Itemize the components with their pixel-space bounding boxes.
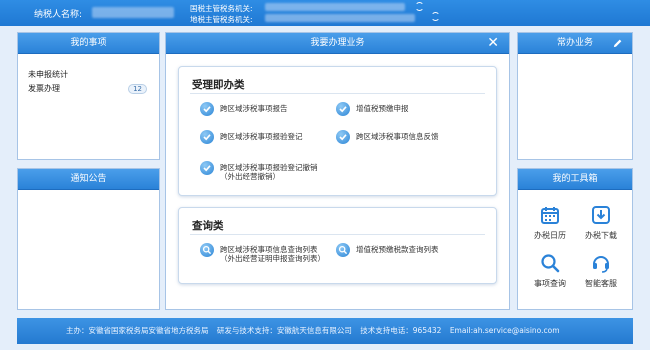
local-bureau-label: 地税主管税务机关: [190, 15, 253, 24]
list-item-invoice[interactable]: 发票办理 12 [28, 82, 149, 96]
magnifier-icon [336, 243, 350, 257]
download-icon [592, 206, 610, 224]
query-section: 查询类 跨区域涉税事项信息查询列表 （外出经营证明申报查询列表） 增值税预缴税款… [178, 207, 497, 284]
biz-item-vat-prepay[interactable]: 增值税预缴申报 [336, 102, 409, 116]
edit-pencil-icon[interactable] [612, 38, 623, 49]
national-bureau-label: 国税主管税务机关: [190, 4, 253, 13]
refresh-icon[interactable] [415, 2, 424, 11]
tool-tax-calendar[interactable]: 办税日历 [525, 204, 575, 241]
section-title: 受理即办类 [192, 79, 245, 91]
common-business-panel: 常办业务 [517, 32, 633, 160]
footer-email: Email:ah.service@aisino.com [449, 326, 560, 335]
common-business-title: 常办业务 [518, 33, 632, 54]
top-header-bar: 纳税人名称: 国税主管税务机关: 地税主管税务机关: [0, 0, 650, 26]
tool-tax-download[interactable]: 办税下载 [576, 204, 626, 241]
tool-item-query[interactable]: 事项查询 [525, 252, 575, 289]
my-items-panel: 我的事项 未申报统计 发票办理 12 [17, 32, 160, 160]
taxpayer-name-redacted [92, 7, 174, 18]
check-icon [336, 130, 350, 144]
page-footer: 主办：安徽省国家税务局安徽省地方税务局 研发与技术支持：安徽航天信息有限公司 技… [17, 318, 633, 344]
toolbox-panel: 我的工具箱 办税日历 办税下载 事项查询 智能客服 [517, 168, 633, 310]
count-badge: 12 [128, 84, 147, 94]
notice-title: 通知公告 [18, 169, 159, 190]
biz-item-cross-region-query[interactable]: 跨区域涉税事项信息查询列表 （外出经营证明申报查询列表） [200, 243, 325, 263]
my-items-title: 我的事项 [18, 33, 159, 54]
search-icon [541, 254, 560, 273]
biz-item-vat-prepay-query[interactable]: 增值税预缴税款查询列表 [336, 243, 439, 257]
national-bureau-redacted [265, 3, 405, 11]
refresh-icon[interactable] [431, 12, 440, 21]
check-icon [200, 130, 214, 144]
biz-item-cross-region-registration[interactable]: 跨区域涉税事项报验登记 [200, 130, 303, 144]
biz-item-cross-region-cancel[interactable]: 跨区域涉税事项报验登记撤销 （外出经营撤销） [200, 161, 318, 181]
footer-host: 主办：安徽省国家税务局安徽省地方税务局 [66, 326, 209, 335]
check-icon [200, 102, 214, 116]
check-icon [200, 161, 214, 175]
footer-phone: 技术支持电话：965432 [360, 326, 442, 335]
biz-item-cross-region-report[interactable]: 跨区域涉税事项报告 [200, 102, 288, 116]
footer-dev: 研发与技术支持：安徽航天信息有限公司 [216, 326, 352, 335]
close-button[interactable]: ✕ [487, 36, 499, 50]
instant-handle-section: 受理即办类 跨区域涉税事项报告 增值税预缴申报 跨区域涉税事项报验登记 跨区域涉… [178, 66, 497, 196]
calendar-icon [541, 207, 559, 224]
list-item-unfiled-stats[interactable]: 未申报统计 [28, 68, 149, 82]
dialog-title: 我要办理业务 ✕ [166, 33, 509, 54]
local-bureau-redacted [265, 14, 415, 22]
tool-smart-service[interactable]: 智能客服 [576, 252, 626, 289]
biz-item-cross-region-feedback[interactable]: 跨区域涉税事项信息反馈 [336, 130, 439, 144]
magnifier-icon [200, 243, 214, 257]
headset-icon [593, 256, 609, 273]
notice-panel: 通知公告 [17, 168, 160, 310]
section-title: 查询类 [192, 220, 224, 232]
check-icon [336, 102, 350, 116]
taxpayer-name-label: 纳税人名称: [34, 10, 83, 20]
business-dialog: 我要办理业务 ✕ 受理即办类 跨区域涉税事项报告 增值税预缴申报 跨区域涉税事项… [165, 32, 510, 310]
toolbox-title: 我的工具箱 [518, 169, 632, 190]
